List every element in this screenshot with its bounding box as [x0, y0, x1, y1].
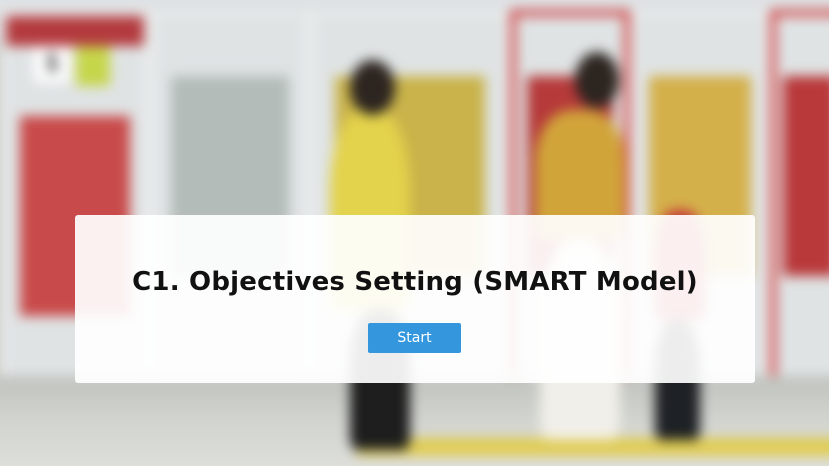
- platform-door-panel: [770, 10, 829, 390]
- person-head: [575, 52, 619, 108]
- door-number-sign: 1: [34, 46, 70, 82]
- person-head: [350, 60, 395, 115]
- platform-safety-line: [354, 438, 829, 456]
- slide-title: C1. Objectives Setting (SMART Model): [132, 267, 698, 297]
- title-card: C1. Objectives Setting (SMART Model) Sta…: [75, 215, 755, 383]
- start-button[interactable]: Start: [368, 323, 461, 353]
